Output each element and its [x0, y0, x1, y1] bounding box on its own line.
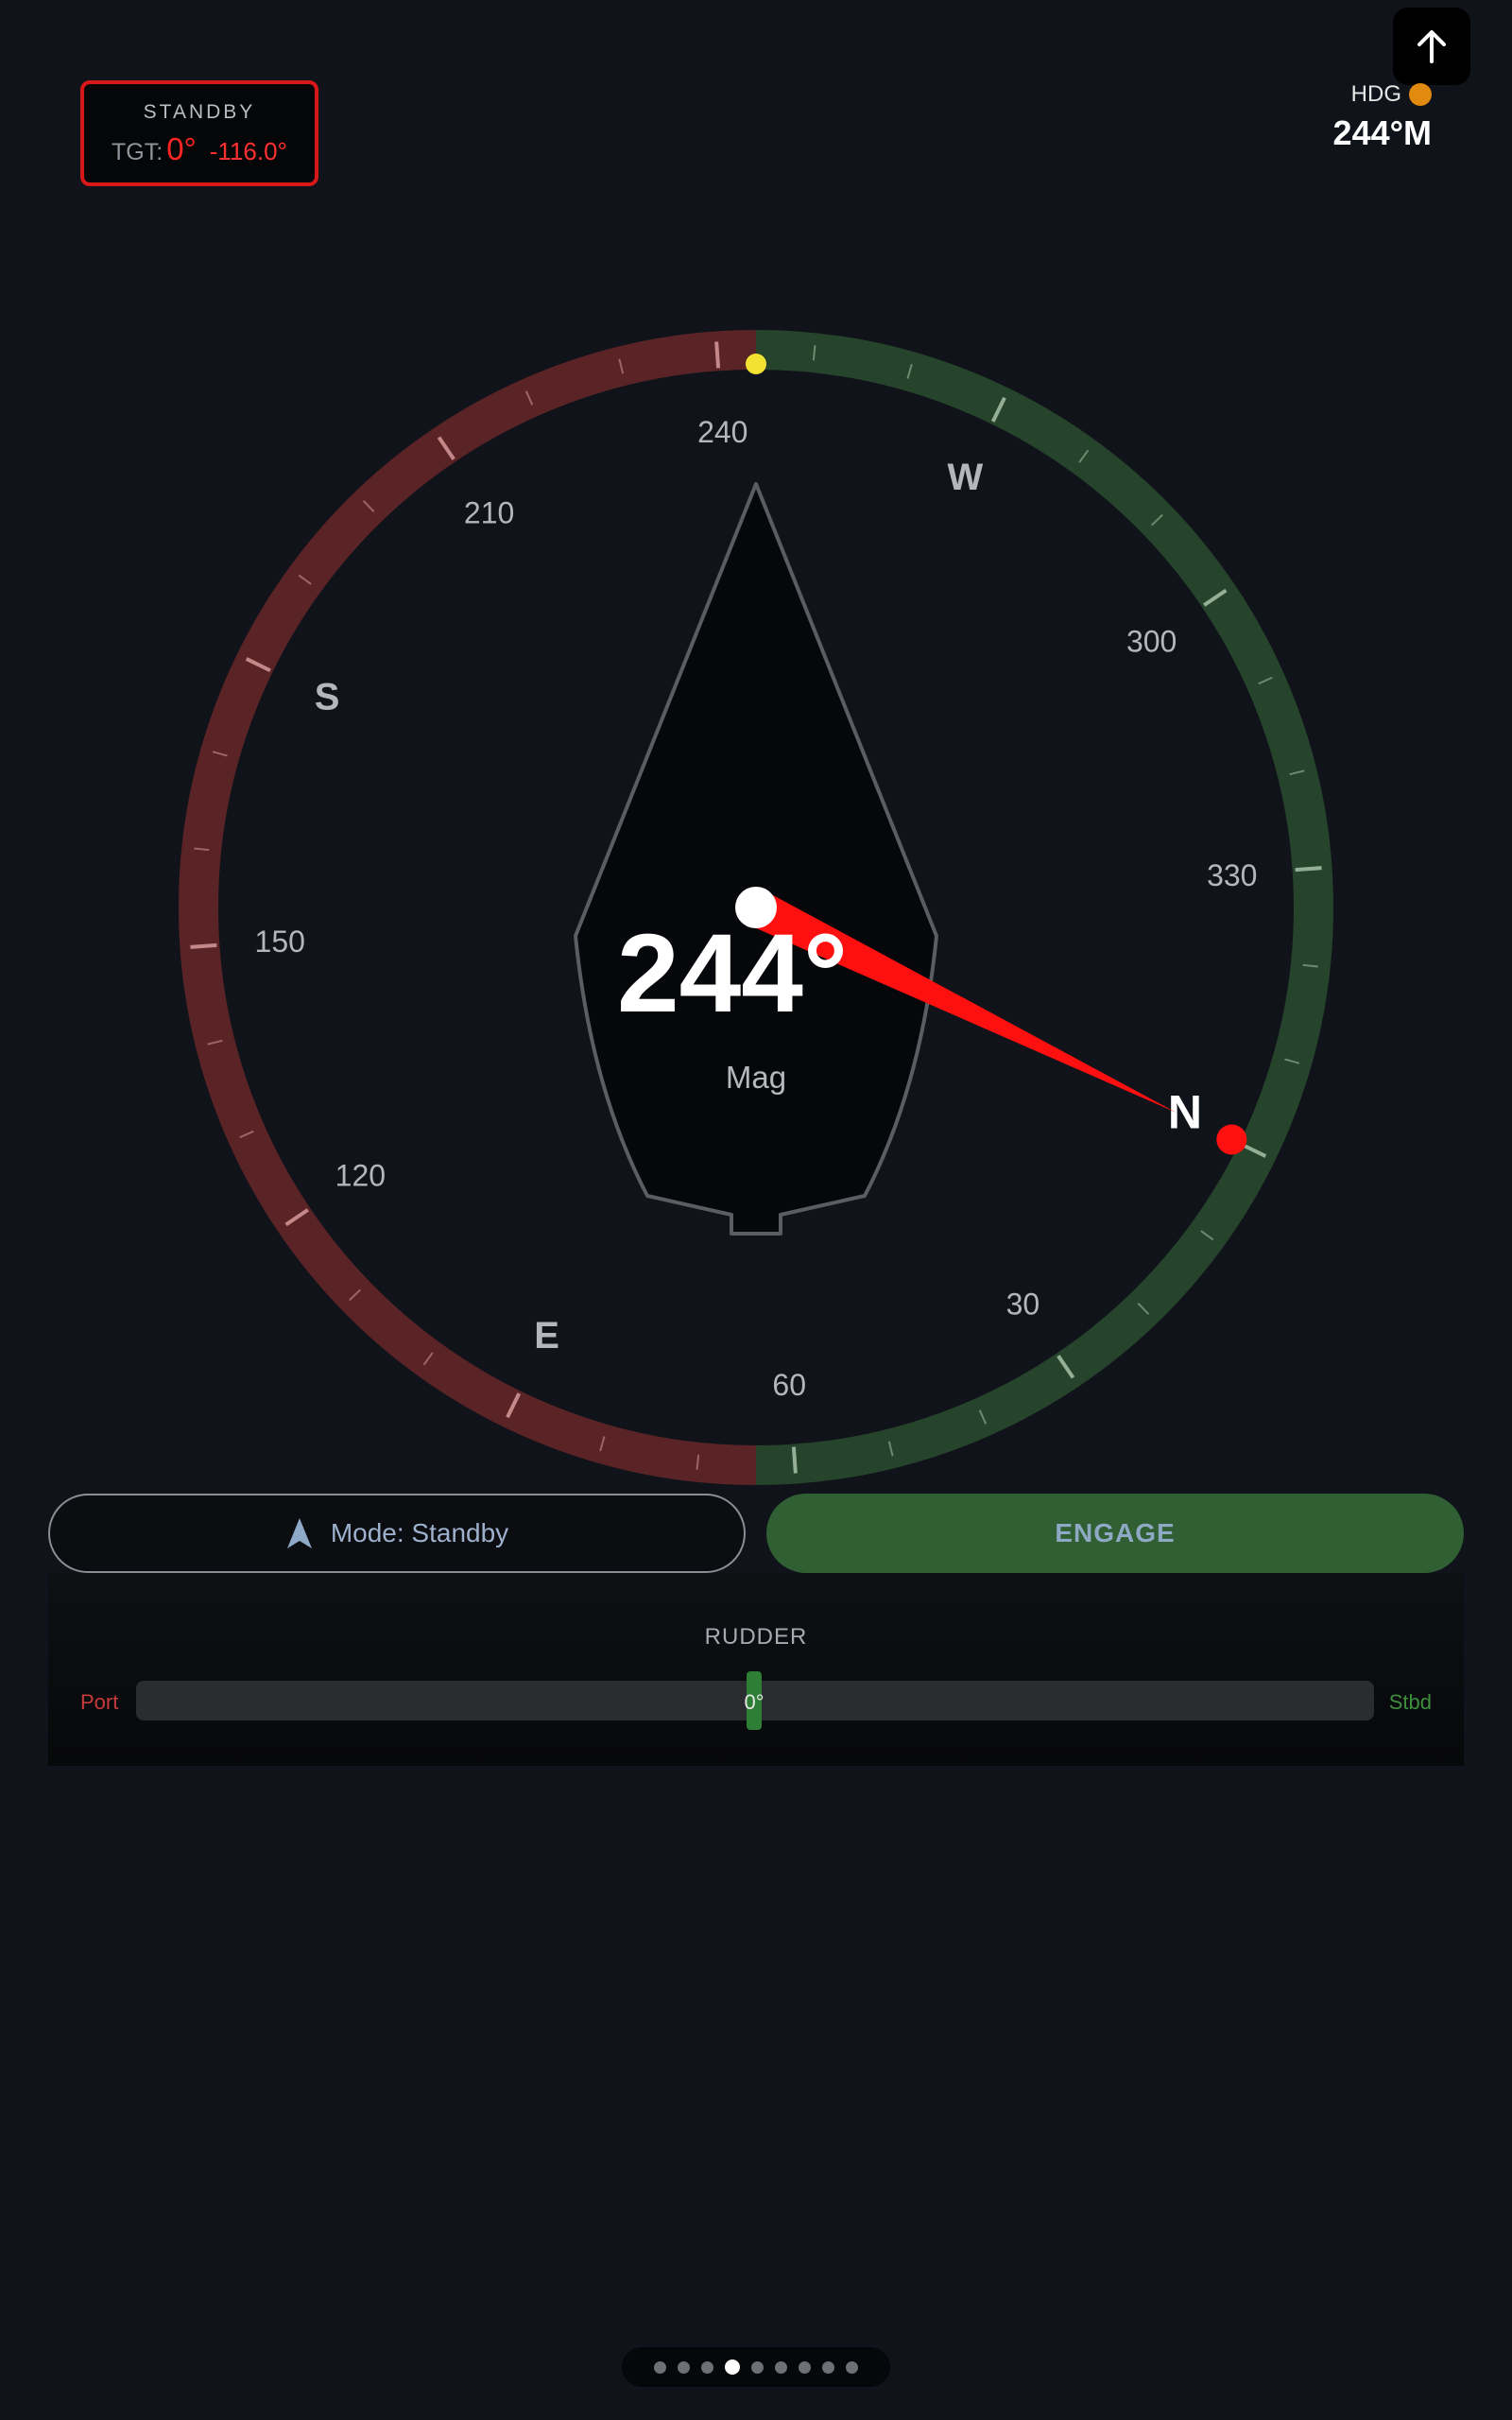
page-dot[interactable]	[678, 2360, 690, 2374]
boat-hull-icon	[574, 482, 938, 1236]
compass-label-150: 150	[255, 925, 305, 959]
page-dot[interactable]	[846, 2360, 858, 2374]
page-dot[interactable]	[751, 2360, 764, 2374]
compass-label-210: 210	[464, 495, 514, 529]
page-dot[interactable]	[654, 2360, 666, 2374]
compass-label-60: 60	[772, 1368, 806, 1402]
heading-large-value: 244°	[617, 911, 848, 1036]
compass-label-30: 30	[1006, 1288, 1040, 1322]
compass-tick	[714, 341, 721, 369]
page-dot[interactable]	[701, 2360, 713, 2374]
heading-reference-label: Mag	[726, 1060, 786, 1095]
compass-dial: 240 210 S 150 120 E 60 30 N 330 300 W 244° Mag	[179, 330, 1333, 1485]
compass-label-240: 240	[697, 415, 747, 449]
port-label: Port	[80, 1690, 119, 1714]
compass-label-120: 120	[335, 1158, 386, 1192]
rudder-panel: RUDDER Port 0° Stbd	[48, 1573, 1464, 1766]
page-dot[interactable]	[799, 2360, 811, 2374]
starboard-label: Stbd	[1388, 1690, 1432, 1714]
compass-label-n: N	[1168, 1085, 1202, 1138]
mode-button[interactable]: Mode: Standby	[48, 1494, 746, 1573]
page-indicator	[622, 2347, 890, 2387]
mode-button-label: Mode: Standby	[330, 1518, 509, 1547]
engage-button-label: ENGAGE	[1055, 1518, 1176, 1547]
compass-label-300: 300	[1126, 625, 1177, 659]
compass-tick	[791, 1446, 798, 1474]
compass-label-e: E	[534, 1315, 559, 1357]
compass-label-w: W	[947, 457, 983, 498]
compass-label-s: S	[315, 677, 340, 718]
compass-label-330: 330	[1207, 858, 1257, 892]
page-dot[interactable]	[775, 2360, 787, 2374]
rudder-angle-value: 0°	[744, 1690, 765, 1714]
page-dot[interactable]	[725, 2360, 740, 2375]
compass-tick	[1295, 866, 1322, 873]
engage-button[interactable]: ENGAGE	[766, 1494, 1464, 1573]
navigation-arrow-icon	[286, 1518, 312, 1548]
page-dot[interactable]	[822, 2360, 834, 2374]
target-marker-dot	[1216, 1124, 1247, 1155]
compass-tick	[190, 942, 217, 949]
rudder-title: RUDDER	[704, 1624, 808, 1650]
heading-marker-dot	[746, 354, 766, 374]
